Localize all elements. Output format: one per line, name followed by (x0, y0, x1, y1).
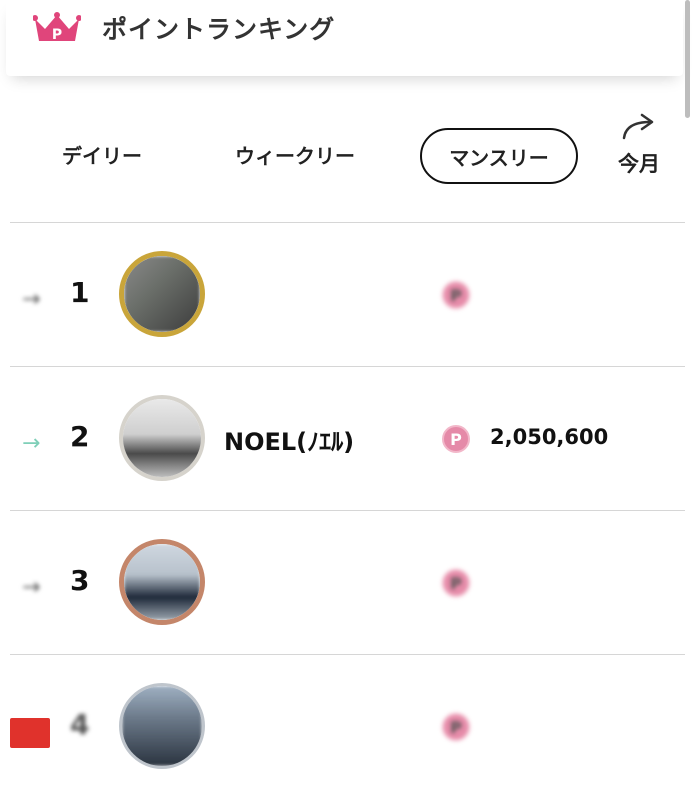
rank-change-badge (10, 718, 50, 748)
rank-number: 4 (70, 708, 90, 741)
tab-monthly[interactable]: マンスリー (420, 128, 578, 184)
point-coin-icon: P (442, 713, 470, 741)
share-arrow-icon (622, 113, 654, 140)
rank-number: 1 (70, 276, 90, 309)
tab-weekly[interactable]: ウィークリー (235, 140, 355, 169)
trend-arrow-icon: → (22, 287, 41, 312)
point-coin-icon: P (442, 281, 470, 309)
divider (10, 654, 685, 655)
ranking-row[interactable]: → 1 P (0, 226, 695, 366)
tab-monthly-label: マンスリー (449, 145, 549, 170)
period-tabs: デイリー ウィークリー マンスリー (0, 118, 695, 218)
share-label: 今月 (618, 152, 660, 176)
trend-arrow-icon: → (22, 575, 41, 600)
ranking-row[interactable]: → 3 P (0, 514, 695, 654)
point-coin-icon: P (442, 569, 470, 597)
app-header: P ポイントランキング (6, 0, 683, 76)
ranking-row[interactable]: → 2 NOEL(ﾉｴﾙ) P 2,050,600 (0, 370, 695, 510)
tab-daily[interactable]: デイリー (62, 140, 142, 169)
rank-number: 3 (70, 564, 90, 597)
divider (10, 510, 685, 511)
crown-icon: P (33, 12, 81, 43)
page-title: ポイントランキング (102, 15, 336, 44)
point-value: 2,050,600 (490, 425, 609, 449)
avatar[interactable] (119, 395, 205, 481)
user-name[interactable]: NOEL(ﾉｴﾙ) (224, 422, 354, 457)
avatar[interactable] (119, 683, 205, 769)
ranking-row[interactable]: 4 P (0, 658, 695, 798)
divider (10, 222, 685, 223)
avatar[interactable] (119, 251, 205, 337)
divider (10, 366, 685, 367)
rank-number: 2 (70, 420, 90, 453)
scrollbar[interactable] (685, 0, 690, 118)
avatar[interactable] (119, 539, 205, 625)
trend-arrow-icon: → (22, 431, 41, 456)
point-coin-icon: P (442, 425, 470, 453)
share-button[interactable]: 今月 (618, 110, 668, 180)
crown-badge-letter: P (52, 27, 62, 43)
